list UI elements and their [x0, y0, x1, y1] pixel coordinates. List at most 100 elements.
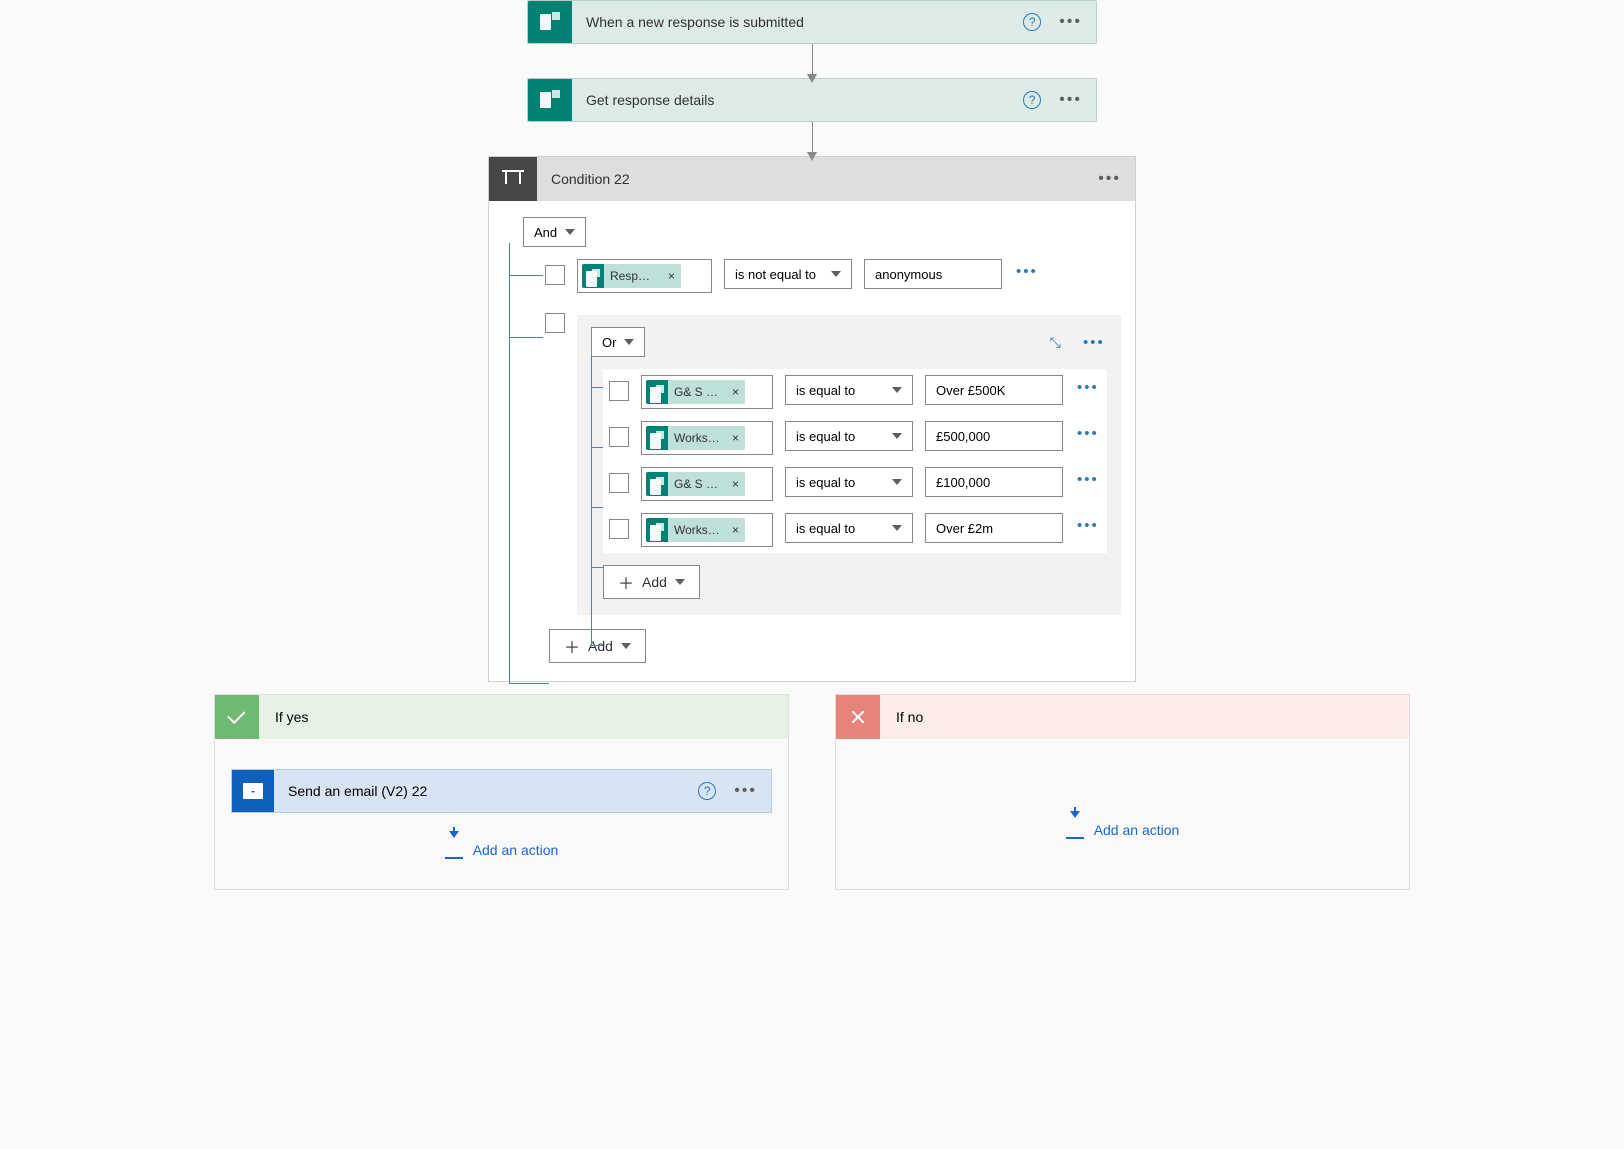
branch-title: If yes — [259, 695, 788, 739]
add-inner-button[interactable]: ＋ Add — [603, 565, 700, 599]
if-yes-branch: If yes Send an email (V2) 22 ? ••• Add a… — [214, 694, 789, 890]
action-title: Send an email (V2) 22 — [274, 770, 684, 812]
row-checkbox[interactable] — [545, 265, 565, 285]
dynamic-token[interactable]: Works - ... × — [646, 518, 745, 542]
dynamic-token[interactable]: G& S - ... × — [646, 472, 745, 496]
or-subgroup: Or ⤢ ••• — [577, 315, 1121, 615]
condition-row: G& S - ... × is equal to £100,000 ••• — [603, 461, 1107, 507]
trigger-step[interactable]: When a new response is submitted ? ••• — [527, 0, 1097, 44]
operator-select[interactable]: is not equal to — [724, 259, 852, 289]
add-action-link[interactable]: Add an action — [231, 841, 772, 859]
get-details-step[interactable]: Get response details ? ••• — [527, 78, 1097, 122]
operand-field[interactable]: G& S - ... × — [641, 375, 773, 409]
connector-arrow — [812, 44, 813, 78]
tree-line — [591, 507, 603, 508]
row-checkbox[interactable] — [609, 381, 629, 401]
tree-line — [591, 387, 603, 388]
value-input[interactable]: £100,000 — [925, 467, 1063, 497]
if-no-branch: If no Add an action — [835, 694, 1410, 890]
operand-field[interactable]: Works - ... × — [641, 513, 773, 547]
add-action-link[interactable]: Add an action — [852, 821, 1393, 839]
help-icon[interactable]: ? — [698, 782, 716, 800]
value-input[interactable]: Over £2m — [925, 513, 1063, 543]
operator-select[interactable]: is equal to — [785, 513, 913, 543]
value-input[interactable]: anonymous — [864, 259, 1002, 289]
check-icon — [215, 695, 259, 739]
row-more-icon[interactable]: ••• — [1075, 421, 1101, 446]
tree-line — [591, 447, 603, 448]
token-label: G& S - ... — [668, 477, 726, 491]
condition-icon — [489, 157, 537, 201]
row-more-icon[interactable]: ••• — [1081, 330, 1107, 355]
tree-line — [591, 567, 603, 568]
tree-line — [509, 337, 543, 338]
operator-label: is equal to — [796, 383, 855, 398]
tree-line — [591, 355, 592, 645]
condition-row: Works - ... × is equal to £500,000 ••• — [603, 415, 1107, 461]
row-more-icon[interactable]: ••• — [1014, 259, 1040, 284]
token-label: Respons... — [604, 269, 662, 283]
row-checkbox[interactable] — [545, 313, 565, 333]
chevron-down-icon — [675, 579, 685, 585]
row-checkbox[interactable] — [609, 427, 629, 447]
operand-field[interactable]: G& S - ... × — [641, 467, 773, 501]
add-action-label: Add an action — [1094, 822, 1180, 838]
send-email-step[interactable]: Send an email (V2) 22 ? ••• — [231, 769, 772, 813]
forms-icon — [528, 1, 572, 43]
row-more-icon[interactable]: ••• — [1075, 467, 1101, 492]
operator-select[interactable]: is equal to — [785, 421, 913, 451]
token-label: G& S - ... — [668, 385, 726, 399]
dynamic-token[interactable]: Respons... × — [582, 264, 681, 288]
value-text: Over £2m — [936, 521, 993, 536]
chevron-down-icon — [621, 643, 631, 649]
operand-field[interactable]: Respons... × — [577, 259, 712, 293]
plus-icon: ＋ — [618, 570, 634, 594]
row-checkbox[interactable] — [609, 519, 629, 539]
operator-label: is not equal to — [735, 267, 816, 282]
group-op-label: And — [534, 225, 557, 240]
operand-field[interactable]: Works - ... × — [641, 421, 773, 455]
add-action-label: Add an action — [473, 842, 559, 858]
add-outer-button[interactable]: ＋ Add — [549, 629, 646, 663]
operator-label: is equal to — [796, 475, 855, 490]
help-icon[interactable]: ? — [1023, 13, 1041, 31]
condition-header[interactable]: Condition 22 ••• — [489, 157, 1135, 201]
operator-label: is equal to — [796, 429, 855, 444]
branch-header: If yes — [215, 695, 788, 739]
dynamic-token[interactable]: G& S - ... × — [646, 380, 745, 404]
value-text: £500,000 — [936, 429, 990, 444]
operator-select[interactable]: is equal to — [785, 467, 913, 497]
condition-row: Respons... × is not equal to anonymous •… — [545, 259, 1115, 293]
row-more-icon[interactable]: ••• — [1075, 513, 1101, 538]
row-checkbox[interactable] — [609, 473, 629, 493]
chevron-down-icon — [892, 387, 902, 393]
value-text: anonymous — [875, 267, 942, 282]
value-input[interactable]: Over £500K — [925, 375, 1063, 405]
step-title: Get response details — [572, 79, 1009, 121]
trigger-title: When a new response is submitted — [572, 1, 1009, 43]
forms-icon — [646, 472, 668, 496]
token-remove-icon[interactable]: × — [662, 269, 681, 283]
branch-title: If no — [880, 695, 1409, 739]
forms-icon — [582, 264, 604, 288]
operator-select[interactable]: is equal to — [785, 375, 913, 405]
token-remove-icon[interactable]: × — [726, 385, 745, 399]
forms-icon — [646, 426, 668, 450]
token-remove-icon[interactable]: × — [726, 431, 745, 445]
token-remove-icon[interactable]: × — [726, 523, 745, 537]
add-action-icon — [445, 841, 463, 859]
collapse-icon[interactable]: ⤢ — [1050, 334, 1061, 351]
value-input[interactable]: £500,000 — [925, 421, 1063, 451]
inner-group-operator[interactable]: Or — [591, 327, 645, 357]
outer-group-operator[interactable]: And — [523, 217, 586, 247]
help-icon[interactable]: ? — [1023, 91, 1041, 109]
branch-header: If no — [836, 695, 1409, 739]
chevron-down-icon — [831, 271, 841, 277]
add-action-icon — [1066, 821, 1084, 839]
dynamic-token[interactable]: Works - ... × — [646, 426, 745, 450]
plus-icon: ＋ — [564, 634, 580, 658]
close-icon — [836, 695, 880, 739]
token-label: Works - ... — [668, 523, 726, 537]
token-remove-icon[interactable]: × — [726, 477, 745, 491]
row-more-icon[interactable]: ••• — [1075, 375, 1101, 400]
